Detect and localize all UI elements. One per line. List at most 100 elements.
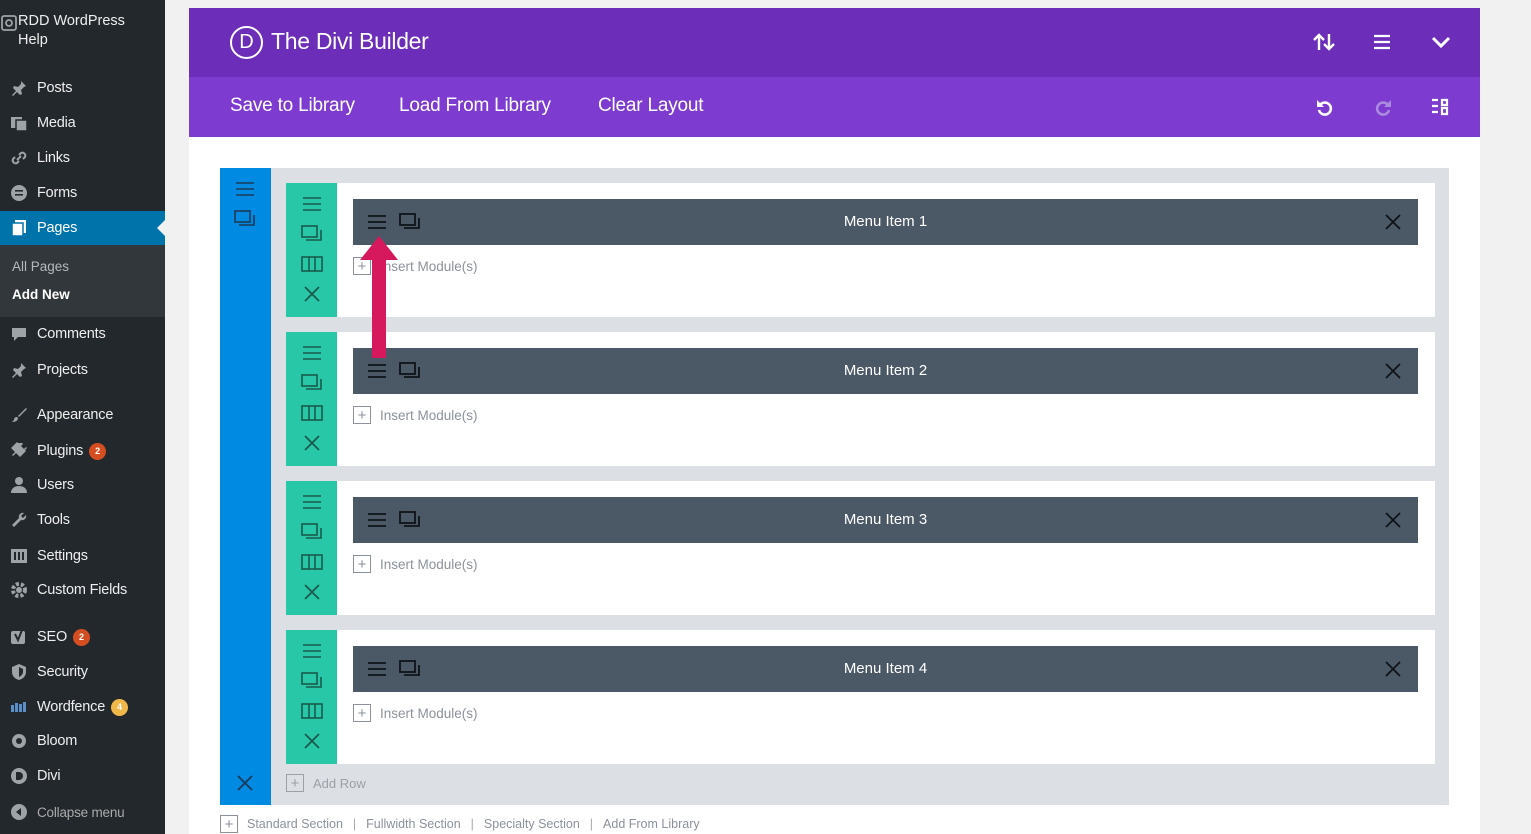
save-to-library-button[interactable]: Save to Library: [230, 95, 355, 117]
insert-module-button[interactable]: + Insert Module(s): [353, 704, 478, 722]
section-settings-icon[interactable]: [234, 208, 256, 230]
wordfence-notification-badge: 4: [111, 698, 129, 716]
module-delete-icon[interactable]: [1382, 211, 1404, 233]
menu-item-links[interactable]: Links: [0, 141, 165, 175]
menu-item-posts[interactable]: Posts: [0, 71, 165, 105]
pin-icon: [9, 78, 29, 98]
sort-arrows-icon[interactable]: [1311, 29, 1337, 55]
row-delete-icon[interactable]: [301, 432, 323, 454]
row-columns-icon[interactable]: [301, 402, 323, 424]
pages-icon: [9, 218, 29, 238]
builder-menu-icon[interactable]: [1369, 29, 1395, 55]
module-move-icon[interactable]: [366, 509, 388, 531]
menu-item-comments[interactable]: Comments: [0, 317, 165, 351]
menu-item-divi[interactable]: Divi: [0, 759, 165, 793]
insert-module-label: Insert Module(s): [380, 556, 478, 572]
row-handle-bar[interactable]: [286, 630, 337, 764]
module-delete-icon[interactable]: [1382, 658, 1404, 680]
builder-header: D The Divi Builder: [189, 8, 1480, 77]
row-columns-icon[interactable]: [301, 551, 323, 573]
specialty-section-link[interactable]: Specialty Section: [484, 817, 580, 831]
module-menu-item-4[interactable]: Menu Item 4: [353, 646, 1418, 692]
row-columns-icon[interactable]: [301, 700, 323, 722]
builder-title: The Divi Builder: [271, 28, 429, 54]
site-name-line2: Help: [18, 32, 48, 48]
insert-module-button[interactable]: + Insert Module(s): [353, 257, 478, 275]
chevron-down-icon[interactable]: [1428, 29, 1454, 55]
module-menu-item-2[interactable]: Menu Item 2: [353, 348, 1418, 394]
menu-item-bloom[interactable]: Bloom: [0, 724, 165, 758]
row-delete-icon[interactable]: [301, 283, 323, 305]
module-delete-icon[interactable]: [1382, 360, 1404, 382]
clear-layout-button[interactable]: Clear Layout: [598, 95, 704, 117]
divi-builder: D The Divi Builder Save to Library Load …: [189, 8, 1480, 834]
menu-item-settings[interactable]: Settings: [0, 539, 165, 573]
load-from-library-button[interactable]: Load From Library: [399, 95, 551, 117]
row-delete-icon[interactable]: [301, 581, 323, 603]
module-move-icon[interactable]: [366, 658, 388, 680]
menu-item-wordfence[interactable]: Wordfence 4: [0, 690, 165, 724]
module-settings-icon[interactable]: [399, 658, 421, 680]
row-settings-icon[interactable]: [301, 670, 323, 692]
fullwidth-section-link[interactable]: Fullwidth Section: [366, 817, 461, 831]
menu-item-plugins[interactable]: Plugins 2: [0, 434, 165, 468]
menu-item-appearance[interactable]: Appearance: [0, 398, 165, 432]
insert-module-button[interactable]: + Insert Module(s): [353, 406, 478, 424]
collapse-menu-button[interactable]: Collapse menu: [0, 795, 165, 829]
separator: |: [589, 817, 594, 831]
module-settings-icon[interactable]: [399, 509, 421, 531]
row-handle-bar[interactable]: [286, 183, 337, 317]
module-settings-icon[interactable]: [399, 360, 421, 382]
site-name-item[interactable]: RDD WordPress Help: [0, 12, 165, 50]
row-settings-icon[interactable]: [301, 521, 323, 543]
row-settings-icon[interactable]: [301, 372, 323, 394]
module-settings-icon[interactable]: [399, 211, 421, 233]
menu-label-media: Media: [37, 115, 76, 131]
plus-icon: +: [353, 406, 371, 424]
row-settings-icon[interactable]: [301, 223, 323, 245]
menu-label-links: Links: [37, 150, 70, 166]
section-handle-bar[interactable]: [220, 168, 271, 805]
menu-item-pages[interactable]: Pages: [0, 211, 165, 245]
menu-item-custom-fields[interactable]: Custom Fields: [0, 573, 165, 607]
site-icon: [0, 14, 18, 50]
menu-item-tools[interactable]: Tools: [0, 503, 165, 537]
row-3: Menu Item 3 + Insert Module(s): [286, 481, 1435, 615]
menu-item-forms[interactable]: Forms: [0, 176, 165, 210]
module-move-icon[interactable]: [366, 360, 388, 382]
module-label: Menu Item 2: [843, 362, 928, 379]
menu-item-seo[interactable]: SEO 2: [0, 620, 165, 654]
row-move-icon[interactable]: [301, 640, 323, 662]
plus-icon: +: [353, 704, 371, 722]
row-handle-bar[interactable]: [286, 481, 337, 615]
undo-icon[interactable]: [1312, 94, 1338, 120]
redo-icon[interactable]: [1370, 94, 1396, 120]
row-delete-icon[interactable]: [301, 730, 323, 752]
module-delete-icon[interactable]: [1382, 509, 1404, 531]
plus-icon: +: [353, 555, 371, 573]
menu-label-wordfence: Wordfence: [37, 699, 106, 715]
add-row-button[interactable]: + Add Row: [286, 774, 366, 792]
section-container: Menu Item 1 + Insert Module(s) Menu Item…: [220, 168, 1449, 805]
section-move-icon[interactable]: [234, 178, 256, 200]
menu-item-users[interactable]: Users: [0, 468, 165, 502]
standard-section-link[interactable]: Standard Section: [247, 817, 343, 831]
row-4: Menu Item 4 + Insert Module(s): [286, 630, 1435, 764]
add-from-library-link[interactable]: Add From Library: [603, 817, 700, 831]
module-move-icon[interactable]: [366, 211, 388, 233]
row-columns-icon[interactable]: [301, 253, 323, 275]
submenu-all-pages[interactable]: All Pages: [12, 259, 69, 274]
row-handle-bar[interactable]: [286, 332, 337, 466]
menu-item-security[interactable]: Security: [0, 655, 165, 689]
module-menu-item-1[interactable]: Menu Item 1: [353, 199, 1418, 245]
insert-module-button[interactable]: + Insert Module(s): [353, 555, 478, 573]
row-move-icon[interactable]: [301, 342, 323, 364]
menu-item-projects[interactable]: Projects: [0, 353, 165, 387]
module-menu-item-3[interactable]: Menu Item 3: [353, 497, 1418, 543]
menu-item-media[interactable]: Media: [0, 106, 165, 140]
row-move-icon[interactable]: [301, 193, 323, 215]
section-delete-icon[interactable]: [234, 772, 256, 794]
row-move-icon[interactable]: [301, 491, 323, 513]
history-icon[interactable]: [1427, 94, 1453, 120]
submenu-add-new[interactable]: Add New: [12, 287, 70, 302]
